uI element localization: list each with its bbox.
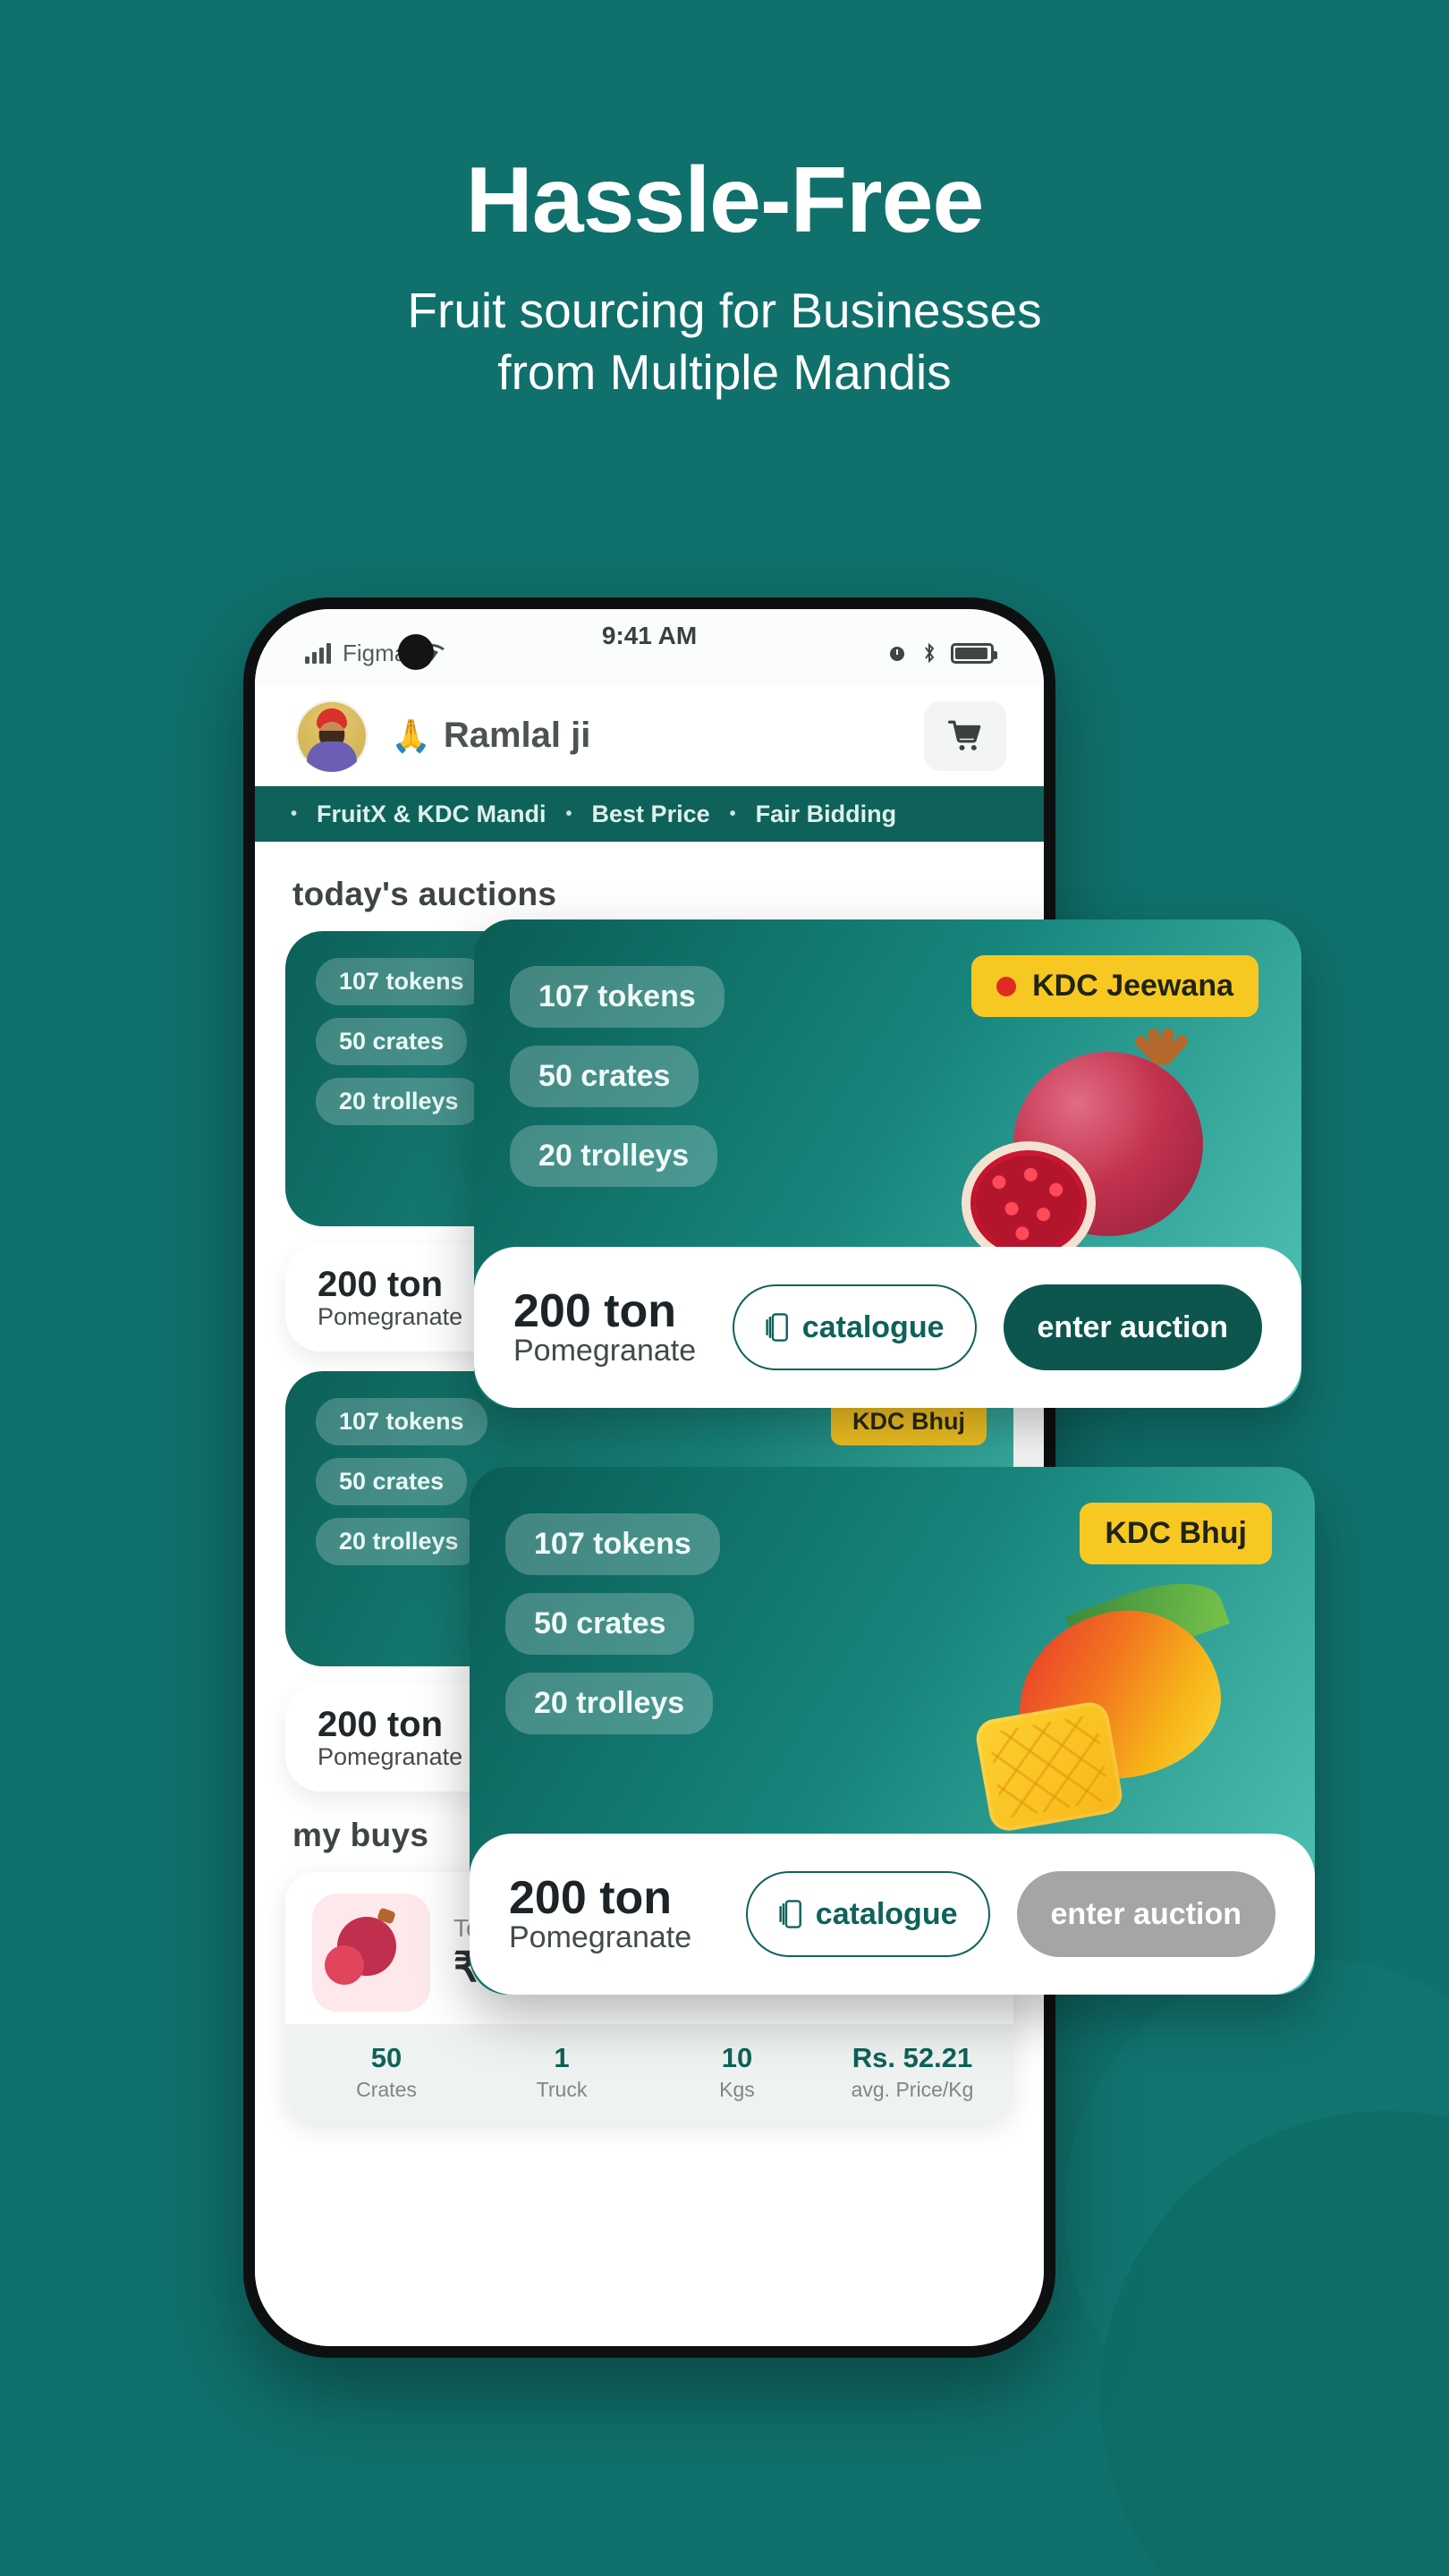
auction-quantity: 200 ton	[318, 1264, 444, 1304]
mango-diced	[973, 1699, 1125, 1835]
stat-label: Truck	[536, 2078, 588, 2101]
chip-trolleys: 20 trolleys	[316, 1518, 482, 1565]
auction-commodity: Pomegranate	[509, 1920, 692, 1955]
promo-ticker: • FruitX & KDC Mandi • Best Price • Fair…	[255, 786, 1044, 842]
catalogue-button-label: catalogue	[815, 1896, 958, 1931]
stat-value: Rs. 52.21	[852, 2042, 973, 2073]
stat-label: avg. Price/Kg	[851, 2078, 974, 2101]
stat-crates: 50 Crates	[303, 2042, 470, 2102]
auction-qty-block: 200 ton Pomegranate	[318, 1706, 462, 1771]
auction-card-footer: 200 ton Pomegranate catalogue enter auct…	[474, 1247, 1301, 1408]
book-icon	[778, 1899, 805, 1929]
auction-quantity: 200 ton	[509, 1872, 673, 1925]
chip-trolleys: 20 trolleys	[505, 1673, 714, 1734]
ticker-item-2: Fair Bidding	[755, 800, 897, 827]
auction-chip-group: 107 tokens 50 crates 20 trolleys	[505, 1513, 720, 1734]
signal-bars-icon	[305, 642, 331, 664]
stat-truck: 1 Truck	[479, 2042, 645, 2102]
chip-trolleys: 20 trolleys	[510, 1125, 718, 1187]
chip-trolleys: 20 trolleys	[316, 1078, 482, 1125]
mango-illustration	[973, 1564, 1261, 1835]
mandi-badge: KDC Bhuj	[1080, 1503, 1272, 1564]
page-title: Hassle-Free	[465, 148, 985, 252]
app-store-screenshot: Hassle-Free Fruit sourcing for Businesse…	[0, 0, 1449, 2576]
status-bar: Figma 9:41 AM	[255, 609, 1044, 686]
auction-qty-block: 200 ton Pomegranate	[318, 1266, 462, 1331]
book-icon	[765, 1312, 792, 1343]
auction-commodity: Pomegranate	[513, 1334, 697, 1368]
chip-tokens: 107 tokens	[316, 958, 487, 1005]
ticker-item-1: Best Price	[591, 800, 710, 827]
front-camera-punchhole	[398, 634, 434, 670]
hero-subtitle: Fruit sourcing for Businesses from Multi…	[0, 280, 1449, 403]
ticker-item-0: FruitX & KDC Mandi	[317, 800, 547, 827]
pomegranate-illustration	[960, 1027, 1228, 1270]
user-name-label: Ramlal ji	[443, 716, 591, 755]
catalogue-button[interactable]: catalogue	[732, 1284, 977, 1370]
shopping-cart-icon	[947, 720, 981, 750]
avatar[interactable]	[296, 699, 368, 772]
chip-crates: 50 crates	[316, 1458, 468, 1505]
avatar-body	[307, 741, 357, 772]
stat-value: 1	[554, 2042, 570, 2073]
auction-card-footer: 200 ton Pomegranate catalogue enter auct…	[470, 1834, 1315, 1995]
enter-auction-label: enter auction	[1050, 1896, 1241, 1931]
enter-auction-label: enter auction	[1037, 1309, 1228, 1344]
stat-kgs: 10 Kgs	[654, 2042, 820, 2102]
app-header: 🙏 Ramlal ji	[255, 686, 1044, 786]
alarm-icon	[890, 647, 904, 661]
mandi-badge-label: KDC Bhuj	[1105, 1516, 1247, 1550]
hero-subtitle-line-2: from Multiple Mandis	[497, 343, 952, 400]
enter-auction-button[interactable]: enter auction	[1016, 1871, 1275, 1957]
stat-value: 10	[721, 2042, 753, 2073]
auction-quantity: 200 ton	[318, 1704, 444, 1744]
chip-tokens: 107 tokens	[316, 1398, 487, 1445]
auction-quantity: 200 ton	[513, 1285, 677, 1338]
pomegranate-shape-2	[325, 1945, 364, 1985]
chip-crates: 50 crates	[510, 1046, 699, 1107]
ticker-bullet-2: •	[729, 803, 736, 824]
auction-commodity: Pomegranate	[318, 1742, 463, 1770]
battery-icon	[951, 642, 997, 664]
ticker-bullet-0: •	[291, 803, 298, 824]
featured-auction-card-pomegranate[interactable]: KDC Jeewana 107 tokens 50 crates 20 trol…	[474, 919, 1301, 1408]
mandi-badge: KDC Jeewana	[971, 955, 1258, 1017]
auction-qty-block: 200 ton Pomegranate	[513, 1287, 696, 1367]
auction-chip-group: 107 tokens 50 crates 20 trolleys	[510, 966, 724, 1187]
hero-subtitle-line-1: Fruit sourcing for Businesses	[407, 283, 1042, 339]
pomegranate-thumbnail	[312, 1894, 430, 2012]
bluetooth-icon	[925, 642, 935, 664]
section-title-auctions: today's auctions	[292, 876, 557, 912]
chip-crates: 50 crates	[505, 1593, 695, 1655]
user-greeting: 🙏 Ramlal ji	[391, 716, 590, 756]
auction-commodity: Pomegranate	[318, 1302, 463, 1330]
live-indicator-icon	[996, 976, 1017, 996]
stat-label: Crates	[356, 2078, 417, 2101]
featured-auction-card-mango[interactable]: KDC Bhuj 107 tokens 50 crates 20 trolley…	[470, 1467, 1315, 1995]
catalogue-button[interactable]: catalogue	[745, 1871, 990, 1957]
chip-crates: 50 crates	[316, 1018, 468, 1065]
chip-tokens: 107 tokens	[505, 1513, 720, 1575]
mandi-badge-label: KDC Jeewana	[1032, 969, 1233, 1003]
hero-text-block: Hassle-Free Fruit sourcing for Businesse…	[0, 148, 1449, 403]
chip-tokens: 107 tokens	[510, 966, 724, 1028]
cart-button[interactable]	[924, 700, 1006, 771]
namaste-icon: 🙏	[391, 716, 431, 754]
stat-label: Kgs	[719, 2078, 755, 2101]
status-bar-right	[886, 642, 997, 664]
enter-auction-button[interactable]: enter auction	[1003, 1284, 1262, 1370]
auction-qty-block: 200 ton Pomegranate	[509, 1874, 691, 1953]
stat-avg-price: Rs. 52.21 avg. Price/Kg	[829, 2042, 996, 2102]
my-buys-stats: 50 Crates 1 Truck 10 Kgs Rs. 52.21 avg. …	[285, 2024, 1013, 2122]
catalogue-button-label: catalogue	[801, 1309, 945, 1344]
ticker-bullet-1: •	[565, 803, 572, 824]
stat-value: 50	[370, 2042, 402, 2073]
